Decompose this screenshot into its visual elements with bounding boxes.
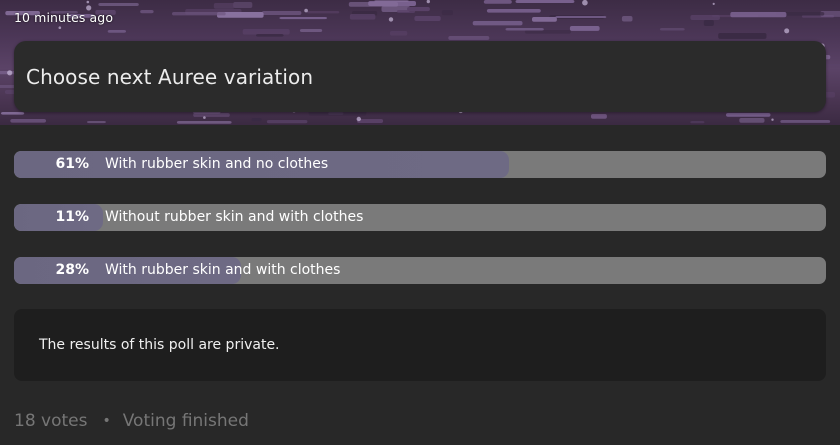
header-banner: 10 minutes ago Choose next Auree variati… [0, 0, 840, 125]
poll-footer: 18 votes • Voting finished [14, 409, 249, 433]
separator-dot: • [102, 413, 111, 429]
poll-option-label: With rubber skin and with clothes [105, 262, 341, 278]
timestamp: 10 minutes ago [14, 10, 114, 25]
poll-option-percent: 11% [55, 209, 89, 225]
private-results-text: The results of this poll are private. [39, 337, 280, 353]
voting-status: Voting finished [122, 411, 249, 431]
poll-title-box: Choose next Auree variation [14, 41, 826, 112]
poll-option-2[interactable]: 11% Without rubber skin and with clothes [14, 204, 826, 231]
poll-option-percent: 61% [55, 156, 89, 172]
poll-option-percent: 28% [55, 262, 89, 278]
poll-option-label: Without rubber skin and with clothes [105, 209, 364, 225]
poll-option-1[interactable]: 61% With rubber skin and no clothes [14, 151, 826, 178]
poll-option-label: With rubber skin and no clothes [105, 156, 329, 172]
private-results-notice: The results of this poll are private. [14, 309, 826, 381]
poll-option-3[interactable]: 28% With rubber skin and with clothes [14, 257, 826, 284]
poll-card: 10 minutes ago Choose next Auree variati… [0, 0, 840, 445]
vote-count: 18 votes [14, 411, 88, 431]
poll-title: Choose next Auree variation [26, 64, 314, 89]
